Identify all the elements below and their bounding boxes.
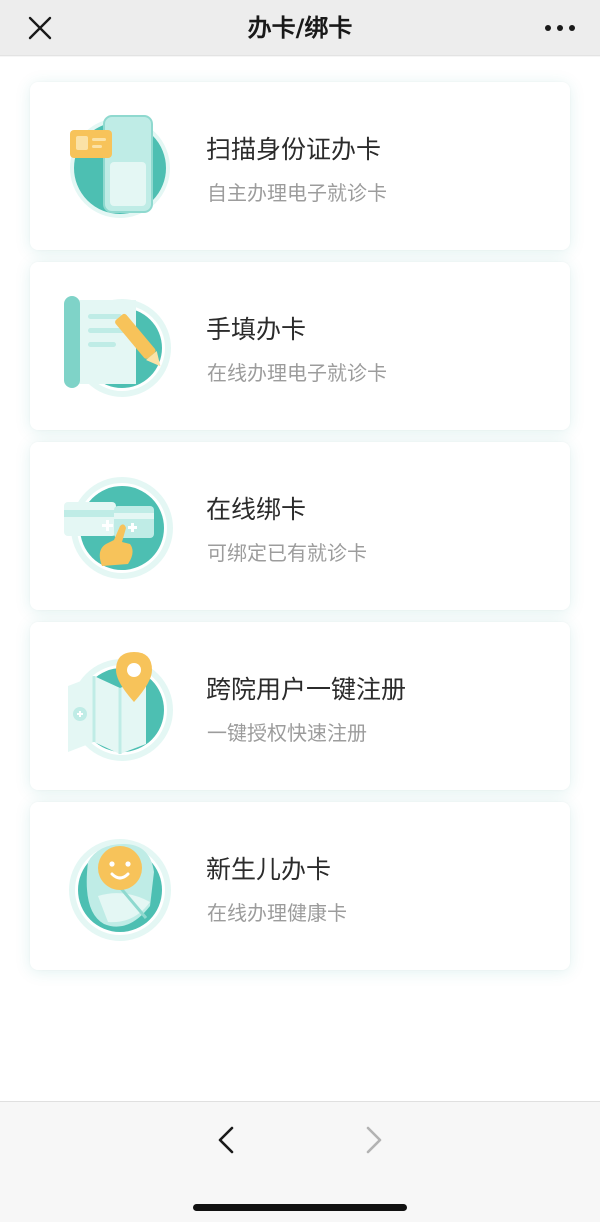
card-subtitle: 自主办理电子就诊卡 xyxy=(207,181,387,205)
card-title: 在线绑卡 xyxy=(206,495,307,524)
card-options-list: 扫描身份证办卡 自主办理电子就诊卡 手填办卡 在线办理电子就诊卡 在线绑卡 可绑… xyxy=(0,57,600,1101)
card-title: 手填办卡 xyxy=(206,315,307,344)
option-card-manual-fill[interactable]: 手填办卡 在线办理电子就诊卡 xyxy=(30,262,570,430)
chevron-right-icon[interactable] xyxy=(358,1122,388,1158)
card-subtitle: 可绑定已有就诊卡 xyxy=(207,541,367,565)
card-subtitle: 一键授权快速注册 xyxy=(207,721,367,745)
more-dots-icon[interactable] xyxy=(542,14,578,42)
option-card-bind-online[interactable]: 在线绑卡 可绑定已有就诊卡 xyxy=(30,442,570,610)
map-location-icon xyxy=(68,652,173,761)
card-subtitle: 在线办理电子就诊卡 xyxy=(207,361,387,385)
form-pen-icon xyxy=(64,296,171,397)
card-title: 新生儿办卡 xyxy=(206,855,332,884)
card-bind-hand-icon xyxy=(64,477,173,579)
id-card-scan-icon xyxy=(70,115,170,218)
card-title: 扫描身份证办卡 xyxy=(206,135,382,164)
home-indicator xyxy=(193,1204,407,1211)
option-card-scan-id[interactable]: 扫描身份证办卡 自主办理电子就诊卡 xyxy=(30,82,570,250)
newborn-baby-icon xyxy=(69,839,171,941)
top-nav-bar: 办卡/绑卡 xyxy=(0,0,600,56)
close-icon[interactable] xyxy=(24,12,56,44)
card-subtitle: 在线办理健康卡 xyxy=(207,901,347,925)
option-card-cross-hospital[interactable]: 跨院用户一键注册 一键授权快速注册 xyxy=(30,622,570,790)
bottom-toolbar xyxy=(0,1101,600,1222)
page-title: 办卡/绑卡 xyxy=(247,14,353,42)
option-card-newborn[interactable]: 新生儿办卡 在线办理健康卡 xyxy=(30,802,570,970)
chevron-left-icon[interactable] xyxy=(212,1122,242,1158)
card-title: 跨院用户一键注册 xyxy=(206,675,407,704)
